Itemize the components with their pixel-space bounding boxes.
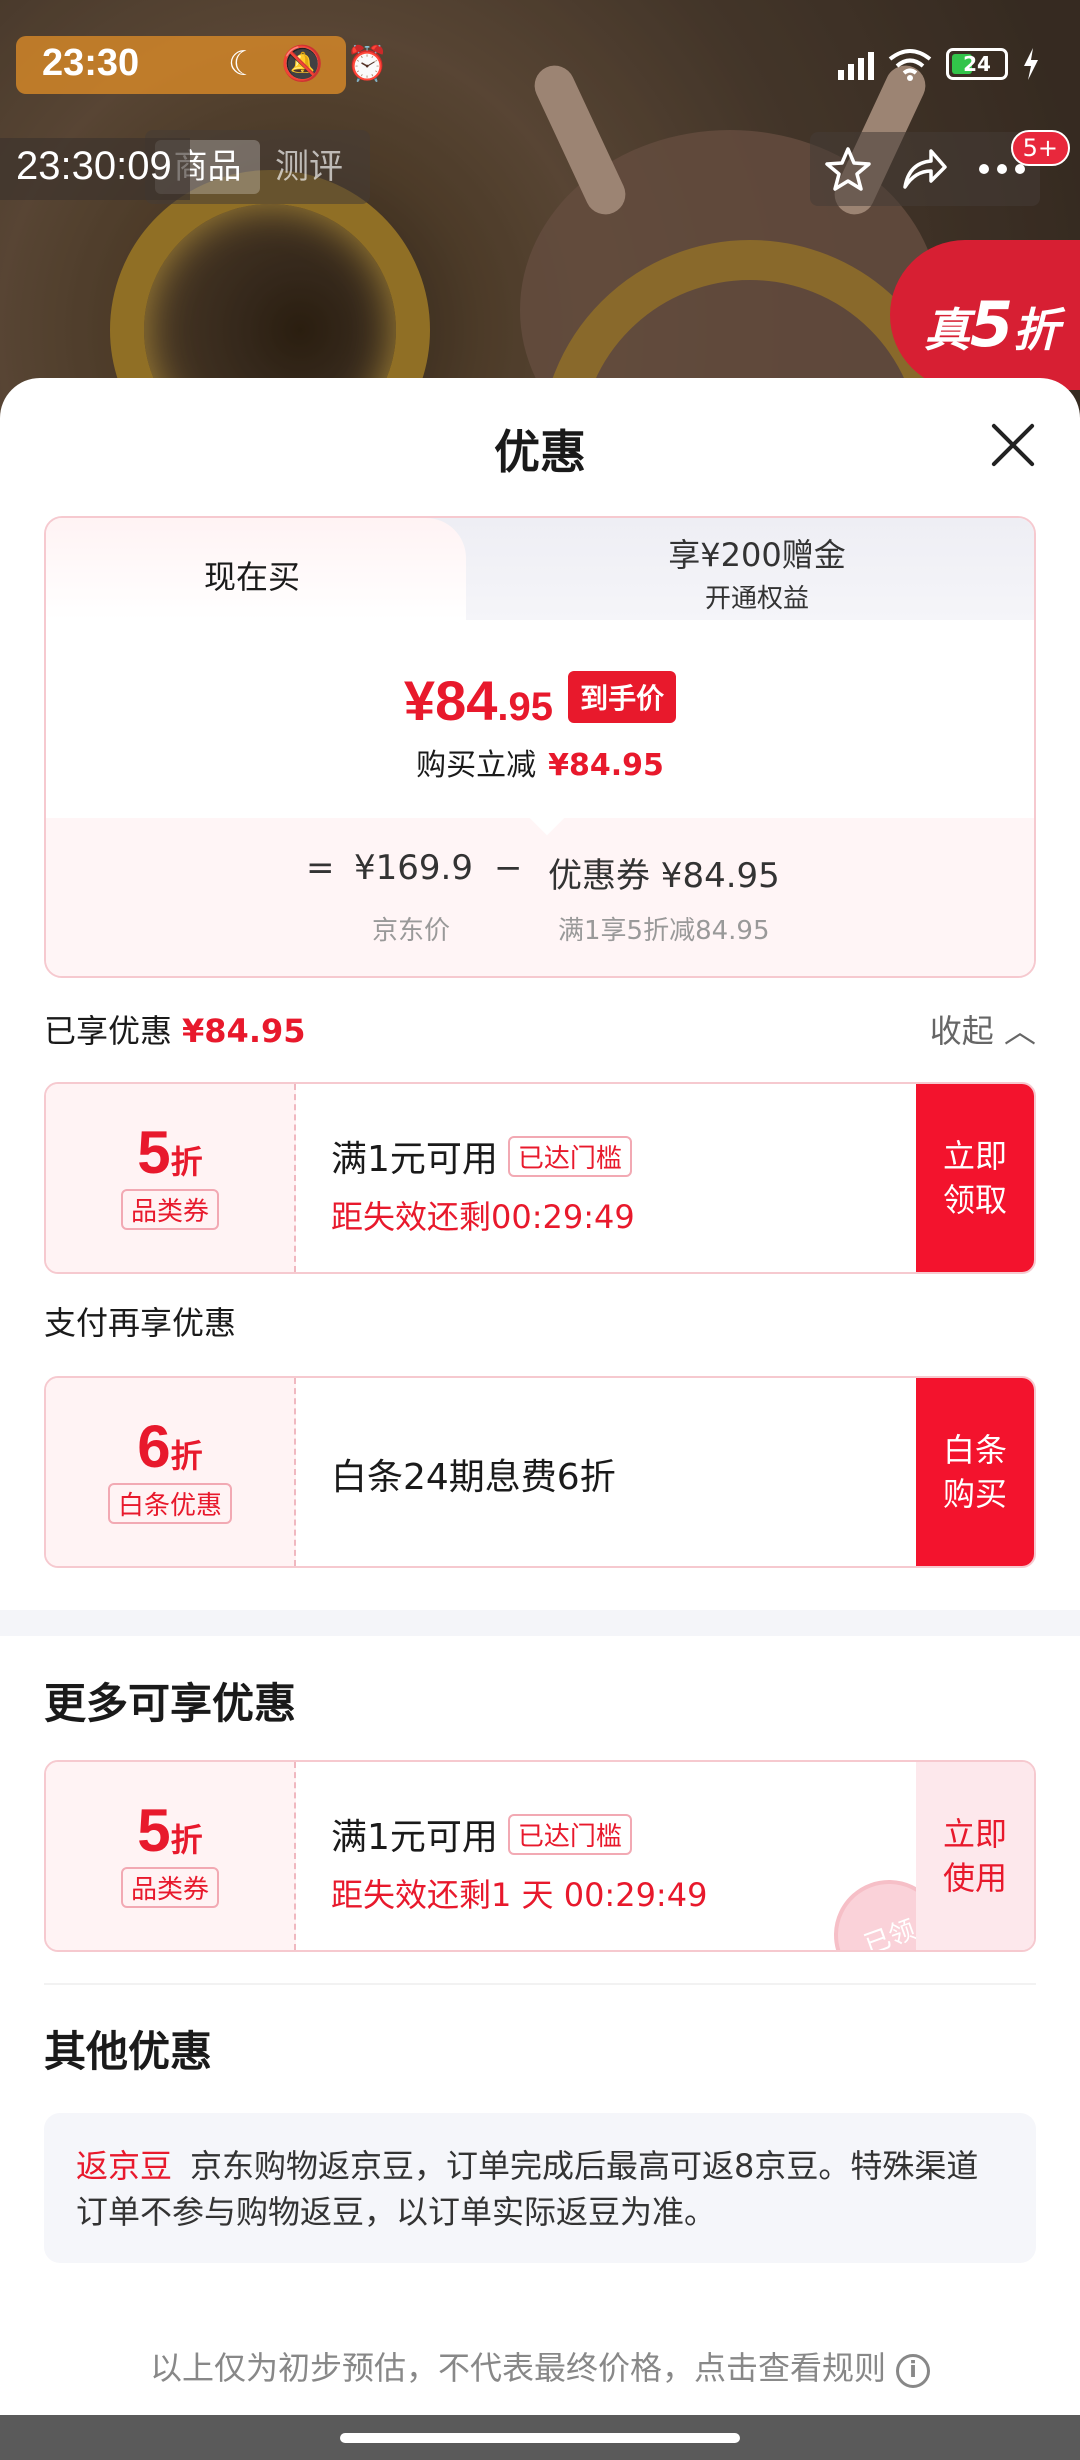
baitiao-offer-text: 白条24期息费6折 xyxy=(331,1457,616,1498)
coupon-discount-number: 5 xyxy=(137,1797,171,1864)
price-tabs: 现在买 享¥200赠金 开通权益 xyxy=(46,518,1034,620)
gesture-bar xyxy=(0,2415,1080,2460)
use-coupon-button[interactable]: 立即 使用 xyxy=(916,1762,1034,1950)
baitiao-buy-button[interactable]: 白条 购买 xyxy=(916,1378,1034,1566)
baitiao-coupon: 6折 白条优惠 白条24期息费6折 白条 购买 xyxy=(44,1376,1036,1568)
coupon-kind: 品类券 xyxy=(120,1189,219,1230)
coupon-details: 满1元可用 已达门槛 距失效还剩00:29:49 xyxy=(331,1130,635,1238)
coupon-discount: 5折 xyxy=(46,1796,294,1865)
top-actions xyxy=(810,132,1040,206)
coupon-countdown: 距失效还剩00:29:49 xyxy=(331,1198,635,1236)
coupon-amount: 优惠券 ¥84.95 xyxy=(548,856,780,896)
tab-bonus-line1: 享¥200赠金 xyxy=(668,536,846,574)
coupon-kind: 品类券 xyxy=(120,1867,219,1908)
coupon-value-panel: 5折 品类券 xyxy=(46,1084,296,1272)
collapse-label: 收起 xyxy=(929,1012,994,1050)
section-divider xyxy=(0,1610,1080,1636)
promo-number: 5 xyxy=(970,288,1014,361)
coupon-condition: 满1元可用 xyxy=(331,1139,498,1180)
coupon-discount-number: 5 xyxy=(137,1119,171,1186)
charging-icon xyxy=(1024,48,1038,80)
reduce-row: 购买立减 ¥84.95 xyxy=(46,740,1034,784)
collapse-button[interactable]: 收起 ︿ xyxy=(930,1006,1036,1052)
promo-badge: 真5折 xyxy=(890,240,1080,390)
claim-coupon-button[interactable]: 立即 领取 xyxy=(916,1084,1034,1272)
price-card: 现在买 享¥200赠金 开通权益 ¥84.95 到手价 购买立减 ¥84.95 =… xyxy=(44,516,1036,978)
tab-buy-now[interactable]: 现在买 xyxy=(46,518,466,620)
breakdown-notch xyxy=(528,798,566,836)
reduce-value: ¥84.95 xyxy=(548,748,664,783)
jd-price-label: 京东价 xyxy=(372,916,451,946)
jd-price-value: ¥169.9 xyxy=(354,848,473,888)
status-mode-icons: ☾ 🔕 ⏰ xyxy=(228,44,395,84)
jingdou-label: 返京豆 xyxy=(76,2147,173,2185)
coupon-condition: 满1元可用 xyxy=(331,1817,498,1858)
enjoyed-value: ¥84.95 xyxy=(182,1012,306,1050)
overlay-clock: 23:30:09 xyxy=(0,138,190,200)
tab-review[interactable]: 测评 xyxy=(275,140,343,194)
coupon-value-panel: 5折 品类券 xyxy=(46,1762,296,1950)
disclaimer-text: 以上仅为初步预估，不代表最终价格，点击查看规则 xyxy=(149,2349,886,2387)
coupon-discount: 6折 xyxy=(46,1412,294,1481)
final-price-dec: .95 xyxy=(497,685,553,729)
more-icon[interactable] xyxy=(978,163,1026,175)
other-discounts-title: 其他优惠 xyxy=(44,2027,213,2076)
battery-level: 24 xyxy=(963,52,991,76)
pay-more-label: 支付再享优惠 xyxy=(44,1304,237,1342)
coupon-value-panel: 6折 白条优惠 xyxy=(46,1378,296,1566)
final-price: ¥84.95 xyxy=(404,669,553,732)
coupon-discount: 5折 xyxy=(46,1118,294,1187)
home-indicator[interactable] xyxy=(340,2433,740,2443)
claimed-category-coupon: 5折 品类券 满1元可用 已达门槛 距失效还剩1 天 00:29:49 已领 立即… xyxy=(44,1760,1036,1952)
tab-bonus-rights[interactable]: 享¥200赠金 开通权益 xyxy=(476,518,1034,620)
divider-line xyxy=(44,1983,1036,1985)
final-price-row: ¥84.95 到手价 xyxy=(46,668,1034,733)
sheet-title: 优惠 xyxy=(494,425,586,479)
price-breakdown: = ¥169.9 − 优惠券 ¥84.95 京东价 满1享5折减84.95 xyxy=(46,798,1034,976)
tab-buy-now-label: 现在买 xyxy=(204,558,301,596)
chevron-up-icon: ︿ xyxy=(1003,1012,1036,1050)
coupon-discount-unit: 折 xyxy=(170,1144,203,1180)
coupon-countdown: 距失效还剩1 天 00:29:49 xyxy=(331,1876,708,1914)
system-icons: 24 xyxy=(838,44,1040,84)
signal-icon xyxy=(838,48,874,80)
promo-suffix: 折 xyxy=(1013,303,1060,357)
jingdou-text: 京东购物返京豆，订单完成后最高可返8京豆。特殊渠道订单不参与购物返豆，以订单实际… xyxy=(76,2147,979,2231)
final-price-tag: 到手价 xyxy=(568,671,677,723)
coupon-discount-unit: 折 xyxy=(170,1822,203,1858)
battery-icon: 24 xyxy=(946,48,1008,80)
status-bar: 23:30 ☾ 🔕 ⏰ 24 xyxy=(0,30,1080,100)
coupon-rule: 满1享5折减84.95 xyxy=(558,916,770,946)
status-time: 23:30 xyxy=(42,42,140,84)
threshold-tag: 已达门槛 xyxy=(507,1136,632,1177)
tab-bonus-line2: 开通权益 xyxy=(704,584,809,614)
final-price-int: ¥84 xyxy=(403,669,498,732)
enjoyed-discount: 已享优惠 ¥84.95 xyxy=(44,1006,306,1052)
enjoyed-label: 已享优惠 xyxy=(44,1012,173,1050)
share-icon[interactable] xyxy=(901,147,949,191)
wifi-icon xyxy=(888,49,932,81)
more-discounts-title: 更多可享优惠 xyxy=(44,1679,297,1728)
category-coupon: 5折 品类券 满1元可用 已达门槛 距失效还剩00:29:49 立即 领取 xyxy=(44,1082,1036,1274)
coupon-kind: 白条优惠 xyxy=(107,1483,232,1524)
threshold-tag: 已达门槛 xyxy=(507,1814,632,1855)
disclaimer-link[interactable]: 以上仅为初步预估，不代表最终价格，点击查看规则 i xyxy=(0,2343,1080,2389)
coupon-discount-unit: 折 xyxy=(170,1438,203,1474)
coupon-details: 满1元可用 已达门槛 距失效还剩1 天 00:29:49 xyxy=(331,1808,707,1916)
info-icon: i xyxy=(896,2354,930,2388)
coupon-discount-number: 6 xyxy=(137,1413,171,1480)
jingdou-info: 返京豆 京东购物返京豆，订单完成后最高可返8京豆。特殊渠道订单不参与购物返豆，以订… xyxy=(44,2113,1036,2263)
reduce-label: 购买立减 xyxy=(416,748,537,783)
equals-sign: = xyxy=(306,848,335,888)
promo-prefix: 真 xyxy=(924,303,970,357)
favorite-star-icon[interactable] xyxy=(824,146,872,192)
message-count-badge: 5+ xyxy=(1010,130,1070,166)
minus-sign: − xyxy=(494,848,523,888)
close-icon[interactable] xyxy=(988,420,1038,470)
discount-sheet: 优惠 现在买 享¥200赠金 开通权益 ¥84.95 到手价 购买立减 ¥84.9… xyxy=(0,378,1080,2460)
